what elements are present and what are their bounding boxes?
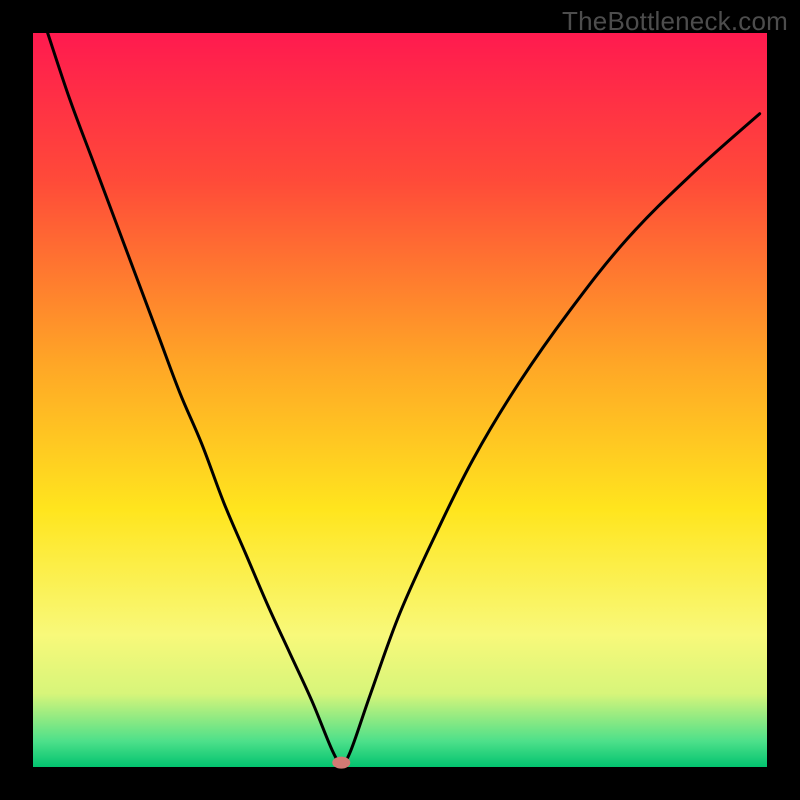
watermark-text: TheBottleneck.com	[562, 6, 788, 37]
optimal-point-marker	[332, 757, 350, 769]
chart-frame: TheBottleneck.com	[0, 0, 800, 800]
bottleneck-chart	[0, 0, 800, 800]
plot-gradient-background	[33, 33, 767, 767]
